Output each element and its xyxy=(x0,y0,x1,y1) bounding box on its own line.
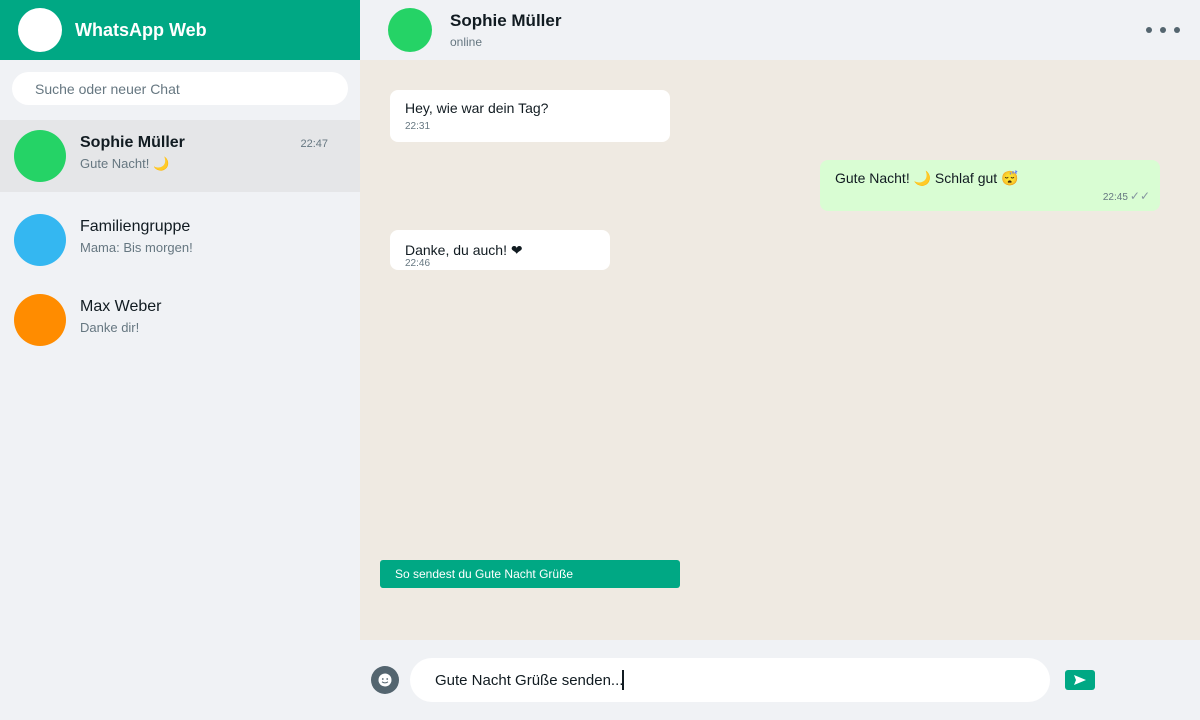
contact-avatar[interactable] xyxy=(388,8,432,52)
conversation-panel: Sophie Müller online Hey, wie war dein T… xyxy=(360,0,1200,720)
chat-item-sophie-mueller[interactable]: Sophie Müller Gute Nacht! 🌙 22:47 xyxy=(0,120,360,192)
contact-status: online xyxy=(450,35,483,49)
app-title: WhatsApp Web xyxy=(75,20,207,40)
chat-item-max-weber[interactable]: Max Weber Danke dir! xyxy=(0,284,360,356)
sidebar-header: WhatsApp Web xyxy=(0,0,360,60)
emoji-icon xyxy=(378,673,392,687)
more-options-button[interactable] xyxy=(1138,18,1188,42)
sidebar: WhatsApp Web Sophie Müller Gute Nacht! 🌙… xyxy=(0,0,360,720)
composer xyxy=(360,640,1200,720)
profile-avatar[interactable] xyxy=(18,8,62,52)
search-input[interactable] xyxy=(12,72,348,105)
chat-time: 22:47 xyxy=(300,138,328,150)
message-input[interactable] xyxy=(410,658,1050,702)
message-bubble-outgoing: Gute Nacht! 🌙 Schlaf gut 😴 22:45 ✓✓ xyxy=(820,160,1160,211)
chat-name: Familiengruppe xyxy=(80,218,191,235)
message-bubble-incoming: Hey, wie war dein Tag? 22:31 xyxy=(390,90,670,142)
avatar xyxy=(14,214,66,266)
message-time: 22:31 xyxy=(405,121,431,132)
chat-item-familiengruppe[interactable]: Familiengruppe Mama: Bis morgen! xyxy=(0,204,360,276)
message-meta: 22:45 ✓✓ xyxy=(1103,190,1150,204)
message-text: Danke, du auch! ❤ xyxy=(405,242,523,258)
chat-name: Sophie Müller xyxy=(80,134,185,151)
avatar xyxy=(14,130,66,182)
message-text: Gute Nacht! 🌙 Schlaf gut 😴 xyxy=(835,170,1019,186)
info-banner[interactable]: So sendest du Gute Nacht Grüße xyxy=(380,560,680,588)
text-cursor xyxy=(622,670,624,690)
read-receipt-icon: ✓✓ xyxy=(1129,189,1150,203)
message-time: 22:45 xyxy=(1102,192,1128,203)
send-button[interactable] xyxy=(1065,670,1095,690)
message-time: 22:46 xyxy=(405,258,431,269)
chat-preview: Mama: Bis morgen! xyxy=(80,240,193,255)
chat-preview: Gute Nacht! 🌙 xyxy=(80,156,170,171)
emoji-button[interactable] xyxy=(371,666,399,694)
send-icon xyxy=(1074,675,1086,685)
message-text: Hey, wie war dein Tag? xyxy=(405,100,549,116)
contact-name: Sophie Müller xyxy=(450,11,562,30)
conversation-header: Sophie Müller online xyxy=(360,0,1200,60)
more-vertical-icon xyxy=(1146,27,1152,33)
avatar xyxy=(14,294,66,346)
message-bubble-incoming: Danke, du auch! ❤ 22:46 xyxy=(390,230,610,270)
chat-name: Max Weber xyxy=(80,298,162,315)
chat-preview: Danke dir! xyxy=(80,320,140,335)
message-list: Hey, wie war dein Tag? 22:31 Gute Nacht!… xyxy=(360,60,1200,640)
